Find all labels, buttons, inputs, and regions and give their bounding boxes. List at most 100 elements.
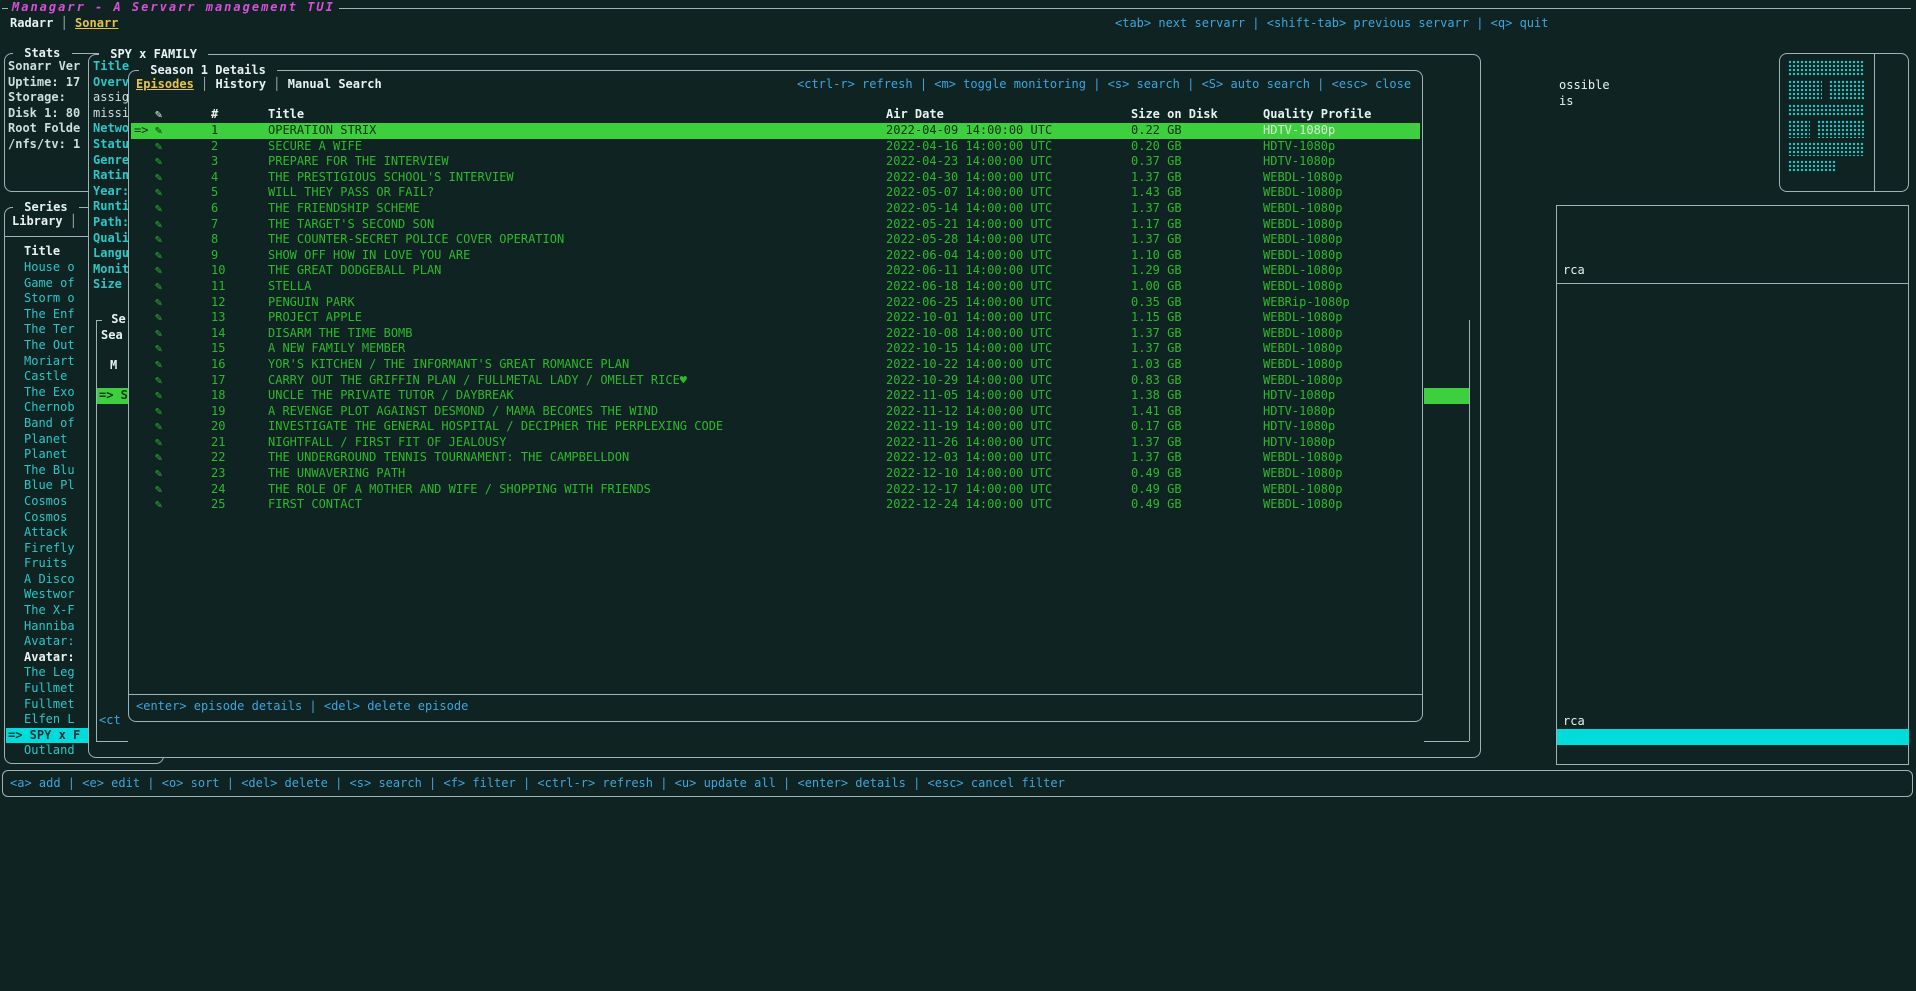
episode-row[interactable]: ✎2SECURE A WIFE2022-04-16 14:00:00 UTC0.… [131, 139, 1420, 155]
tab-manual-search[interactable]: Manual Search [288, 77, 382, 91]
series-list-item-selected[interactable]: => SPY x F [6, 728, 88, 744]
series-list-item[interactable]: Game of [6, 276, 88, 292]
series-list-item[interactable]: The X-F [6, 603, 88, 619]
episode-quality: WEBDL-1080p [1263, 248, 1342, 264]
series-list-item[interactable]: Castle [6, 369, 88, 385]
series-list-item[interactable]: Cosmos [6, 494, 88, 510]
series-list-item[interactable]: Planet [6, 432, 88, 448]
series-list-item[interactable]: The Ter [6, 322, 88, 338]
episode-row[interactable]: ✎24THE ROLE OF A MOTHER AND WIFE / SHOPP… [131, 482, 1420, 498]
series-list-item[interactable]: Westwor [6, 587, 88, 603]
series-list-item[interactable]: Elfen L [6, 712, 88, 728]
episode-quality: WEBDL-1080p [1263, 201, 1342, 217]
seasons-window-border [1469, 320, 1470, 741]
episode-row[interactable]: ✎15A NEW FAMILY MEMBER2022-10-15 14:00:0… [131, 341, 1420, 357]
episode-row[interactable]: ✎23THE UNWAVERING PATH2022-12-10 14:00:0… [131, 466, 1420, 482]
series-list-item[interactable]: Firefly [6, 541, 88, 557]
episode-row[interactable]: ✎11STELLA2022-06-18 14:00:00 UTC1.00 GBW… [131, 279, 1420, 295]
episode-air-date: 2022-04-23 14:00:00 UTC [886, 154, 1052, 170]
series-list-item[interactable]: Attack [6, 525, 88, 541]
series-list-item[interactable]: Chernob [6, 400, 88, 416]
episode-title: CARRY OUT THE GRIFFIN PLAN / FULLMETAL L… [268, 373, 687, 389]
episode-quality: WEBDL-1080p [1263, 263, 1342, 279]
tab-library[interactable]: Library [12, 214, 63, 228]
series-list-item[interactable]: A Disco [6, 572, 88, 588]
series-list-item[interactable]: Cosmos [6, 510, 88, 526]
background-text-fragment: ossible [1559, 78, 1610, 94]
episode-air-date: 2022-05-14 14:00:00 UTC [886, 201, 1052, 217]
episode-row[interactable]: ✎7THE TARGET'S SECOND SON2022-05-21 14:0… [131, 217, 1420, 233]
episode-air-date: 2022-05-07 14:00:00 UTC [886, 185, 1052, 201]
episode-title: YOR'S KITCHEN / THE INFORMANT'S GREAT RO… [268, 357, 629, 373]
series-list-item[interactable]: Planet [6, 447, 88, 463]
episode-row[interactable]: ✎19A REVENGE PLOT AGAINST DESMOND / MAMA… [131, 404, 1420, 420]
episode-air-date: 2022-05-28 14:00:00 UTC [886, 232, 1052, 248]
stats-lines: Sonarr VerUptime: 17Storage:Disk 1: 80Ro… [8, 59, 80, 153]
tab-sonarr[interactable]: Sonarr [75, 16, 118, 30]
series-list-item[interactable]: The Exo [6, 385, 88, 401]
series-list-item[interactable]: Fullmet [6, 697, 88, 713]
episode-row[interactable]: ✎4THE PRESTIGIOUS SCHOOL'S INTERVIEW2022… [131, 170, 1420, 186]
episode-title: THE TARGET'S SECOND SON [268, 217, 434, 233]
tab-radarr[interactable]: Radarr [10, 16, 53, 30]
series-list-item[interactable]: Moriart [6, 354, 88, 370]
episode-row[interactable]: ✎12PENGUIN PARK2022-06-25 14:00:00 UTC0.… [131, 295, 1420, 311]
episode-row[interactable]: ✎13PROJECT APPLE2022-10-01 14:00:00 UTC1… [131, 310, 1420, 326]
selected-season-row-fragment[interactable] [1424, 388, 1469, 404]
stats-line: Uptime: 17 [8, 75, 80, 91]
episode-quality: WEBDL-1080p [1263, 185, 1342, 201]
background-text-fragment: rca [1563, 263, 1585, 279]
episode-row[interactable]: ✎25FIRST CONTACT2022-12-24 14:00:00 UTC0… [131, 497, 1420, 513]
series-list-item[interactable]: Blue Pl [6, 478, 88, 494]
selected-season-row-fragment[interactable]: => S [97, 388, 128, 404]
episode-title: THE COUNTER-SECRET POLICE COVER OPERATIO… [268, 232, 564, 248]
series-list-item[interactable]: House o [6, 260, 88, 276]
episode-row[interactable]: ✎3PREPARE FOR THE INTERVIEW2022-04-23 14… [131, 154, 1420, 170]
edit-pencil-icon: ✎ [155, 185, 162, 201]
series-list-item[interactable]: Hanniba [6, 619, 88, 635]
episode-row[interactable]: ✎21NIGHTFALL / FIRST FIT OF JEALOUSY2022… [131, 435, 1420, 451]
tab-history[interactable]: History [215, 77, 266, 91]
series-list-item[interactable]: Fullmet [6, 681, 88, 697]
episode-size: 1.37 GB [1131, 201, 1182, 217]
tab-episodes[interactable]: Episodes [136, 77, 194, 91]
episode-quality: HDTV-1080p [1263, 123, 1335, 139]
episode-row[interactable]: ✎16YOR'S KITCHEN / THE INFORMANT'S GREAT… [131, 357, 1420, 373]
episode-size: 1.17 GB [1131, 217, 1182, 233]
series-list-item[interactable]: Band of [6, 416, 88, 432]
series-list-item[interactable]: The Out [6, 338, 88, 354]
seasons-header-fragment: Sea [101, 328, 123, 344]
episode-title: THE GREAT DODGEBALL PLAN [268, 263, 441, 279]
episode-air-date: 2022-12-24 14:00:00 UTC [886, 497, 1052, 513]
episode-title: DISARM THE TIME BOMB [268, 326, 413, 342]
series-list-item[interactable]: The Blu [6, 463, 88, 479]
episode-row[interactable]: ✎18UNCLE THE PRIVATE TUTOR / DAYBREAK202… [131, 388, 1420, 404]
episode-row[interactable]: ✎8THE COUNTER-SECRET POLICE COVER OPERAT… [131, 232, 1420, 248]
episode-row[interactable]: ✎17CARRY OUT THE GRIFFIN PLAN / FULLMETA… [131, 373, 1420, 389]
edit-pencil-icon: ✎ [155, 373, 162, 389]
episode-row[interactable]: ✎9SHOW OFF HOW IN LOVE YOU ARE2022-06-04… [131, 248, 1420, 264]
series-list-item[interactable]: Outland [6, 743, 88, 759]
series-field-label: Runti [93, 199, 129, 215]
episode-size: 1.37 GB [1131, 232, 1182, 248]
series-list-item[interactable]: Storm o [6, 291, 88, 307]
episode-air-date: 2022-04-09 14:00:00 UTC [886, 123, 1052, 139]
edit-pencil-icon: ✎ [155, 170, 162, 186]
episode-row-selected[interactable]: =>✎1OPERATION STRIX2022-04-09 14:00:00 U… [131, 123, 1420, 139]
episode-row[interactable]: ✎20INVESTIGATE THE GENERAL HOSPITAL / DE… [131, 419, 1420, 435]
edit-pencil-icon: ✎ [155, 357, 162, 373]
episode-row[interactable]: ✎10THE GREAT DODGEBALL PLAN2022-06-11 14… [131, 263, 1420, 279]
episode-row[interactable]: ✎14DISARM THE TIME BOMB2022-10-08 14:00:… [131, 326, 1420, 342]
seasons-help-fragment: <ct [99, 713, 121, 729]
series-list-item[interactable]: Avatar: [6, 634, 88, 650]
episode-size: 0.22 GB [1131, 123, 1182, 139]
series-list-item[interactable]: Avatar: [6, 650, 88, 666]
series-list-item[interactable]: The Leg [6, 665, 88, 681]
edit-pencil-icon: ✎ [155, 123, 162, 139]
series-list-item[interactable]: Fruits [6, 556, 88, 572]
series-list-item[interactable]: The Enf [6, 307, 88, 323]
episode-row[interactable]: ✎5WILL THEY PASS OR FAIL?2022-05-07 14:0… [131, 185, 1420, 201]
episode-quality: WEBDL-1080p [1263, 466, 1342, 482]
episode-row[interactable]: ✎22THE UNDERGROUND TENNIS TOURNAMENT: TH… [131, 450, 1420, 466]
episode-row[interactable]: ✎6THE FRIENDSHIP SCHEME2022-05-14 14:00:… [131, 201, 1420, 217]
